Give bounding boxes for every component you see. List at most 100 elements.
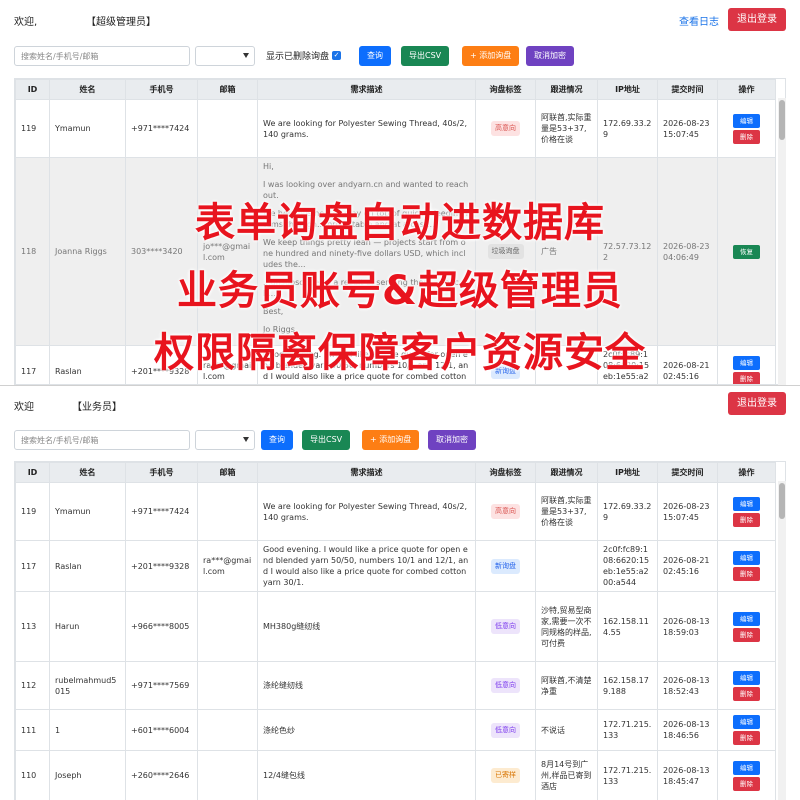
cell-phone: +201****9328 bbox=[125, 540, 198, 592]
cell-tag: 高意向 bbox=[475, 482, 536, 541]
col-ip-header: IP地址 bbox=[597, 462, 658, 483]
logout-button[interactable]: 退出登录 bbox=[728, 392, 786, 415]
col-follow-header: 跟进情况 bbox=[535, 462, 598, 483]
cell-actions: 恢复 bbox=[717, 157, 776, 346]
status-badge: 低意向 bbox=[491, 678, 520, 693]
decrypt-button[interactable]: 取消加密 bbox=[428, 430, 476, 450]
cell-tag: 垃圾询盘 bbox=[475, 157, 536, 346]
status-badge: 低意向 bbox=[491, 722, 520, 738]
description-line: Best, bbox=[263, 307, 284, 316]
tag-filter-select[interactable] bbox=[195, 46, 255, 66]
view-log-link[interactable]: 查看日志 bbox=[679, 13, 719, 28]
col-name-header: 姓名 bbox=[49, 462, 126, 483]
cell-phone: +201****9328 bbox=[125, 345, 198, 384]
logout-button[interactable]: 退出登录 bbox=[728, 8, 786, 31]
edit-button[interactable]: 编辑 bbox=[733, 113, 760, 128]
cell-description: We are looking for Polyester Sewing Thre… bbox=[257, 99, 476, 158]
cell-ip: 172.71.215.133 bbox=[597, 709, 658, 751]
edit-button[interactable]: 编辑 bbox=[733, 551, 760, 565]
col-tag-header: 询盘标签 bbox=[475, 79, 536, 100]
staff-inquiry-table: ID 姓名 手机号 邮箱 需求描述 询盘标签 跟进情况 IP地址 提交时间 操作 119 Ymamu… bbox=[14, 461, 786, 800]
cell-follow-up: 阿联酋,不清楚净重 bbox=[535, 661, 598, 710]
cell-description: 涤纶色纱 bbox=[257, 709, 476, 751]
cell-follow-up: 沙特,贸易型商家,需要一次不同规格的样品,可付费 bbox=[535, 591, 598, 662]
decrypt-button[interactable]: 取消加密 bbox=[526, 46, 574, 66]
cell-description: Good evening. I would like a price quote… bbox=[257, 540, 476, 592]
col-actions-header: 操作 bbox=[717, 79, 776, 100]
status-badge: 高意向 bbox=[491, 121, 520, 136]
cell-name: Harun bbox=[49, 591, 126, 662]
search-input[interactable] bbox=[14, 430, 190, 450]
table-row: 110 Joseph +260****2646 12/4缝包线 已寄样 8月14号到广州,… bbox=[15, 750, 776, 800]
cell-time: 2026-08-13 18:46:56 bbox=[657, 709, 718, 751]
delete-button[interactable]: 删除 bbox=[733, 567, 760, 581]
scroll-thumb[interactable] bbox=[779, 100, 785, 140]
welcome-text: 欢迎 bbox=[14, 402, 34, 413]
cell-name: Ymamun bbox=[49, 482, 126, 541]
staff-scrollbar[interactable] bbox=[778, 481, 786, 800]
cell-id: 112 bbox=[15, 661, 50, 710]
col-name-header: 姓名 bbox=[49, 79, 126, 100]
cell-phone: +971****7424 bbox=[125, 482, 198, 541]
checkbox-icon[interactable]: ✓ bbox=[332, 51, 342, 60]
delete-button[interactable]: 删除 bbox=[733, 512, 760, 527]
admin-scrollbar[interactable] bbox=[778, 98, 786, 385]
cell-tag: 高意向 bbox=[475, 99, 536, 158]
col-time-header: 提交时间 bbox=[657, 462, 718, 483]
status-badge: 已寄样 bbox=[491, 768, 520, 783]
delete-button[interactable]: 删除 bbox=[733, 776, 760, 791]
edit-button[interactable]: 编辑 bbox=[733, 611, 760, 626]
delete-button[interactable]: 删除 bbox=[733, 129, 760, 144]
cell-follow-up: 阿联酋,实际重量是53+37,价格在谈 bbox=[535, 99, 598, 158]
cell-time: 2026-08-21 02:45:16 bbox=[657, 540, 718, 592]
delete-button[interactable]: 删除 bbox=[733, 372, 760, 384]
delete-button[interactable]: 删除 bbox=[733, 627, 760, 642]
delete-button[interactable]: 删除 bbox=[733, 731, 760, 745]
cell-follow-up: 广告 bbox=[535, 157, 598, 346]
cell-id: 110 bbox=[15, 750, 50, 800]
edit-button[interactable]: 编辑 bbox=[733, 715, 760, 729]
add-inquiry-button[interactable]: + 添加询盘 bbox=[362, 430, 420, 450]
cell-ip: 72.57.73.122 bbox=[597, 157, 658, 346]
export-csv-button[interactable]: 导出CSV bbox=[302, 430, 351, 450]
cell-ip: 2c0f:fc89:108:6620:15eb:1e55:a200:a544 bbox=[597, 540, 658, 592]
cell-actions: 编辑 删除 bbox=[717, 661, 776, 710]
cell-follow-up: 阿联酋,实际重量是53+37,价格在谈 bbox=[535, 482, 598, 541]
export-csv-button[interactable]: 导出CSV bbox=[401, 46, 450, 66]
col-tag-header: 询盘标签 bbox=[475, 462, 536, 483]
cell-phone: +971****7424 bbox=[125, 99, 198, 158]
edit-button[interactable]: 编辑 bbox=[733, 670, 760, 685]
restore-button[interactable]: 恢复 bbox=[733, 244, 760, 259]
cell-id: 117 bbox=[15, 540, 50, 592]
tag-filter-select[interactable] bbox=[195, 430, 255, 450]
cell-tag: 低意向 bbox=[475, 661, 536, 710]
table-row: 119 Ymamun +971****7424 We are looking for … bbox=[15, 99, 776, 158]
edit-button[interactable]: 编辑 bbox=[733, 496, 760, 511]
add-inquiry-button[interactable]: + 添加询盘 bbox=[462, 46, 520, 66]
staff-panel: 欢迎 【业务员】 退出登录 查询 导出CSV + 添加询盘 取消加密 ID姓名手… bbox=[0, 385, 800, 800]
edit-button[interactable]: 编辑 bbox=[733, 356, 760, 370]
description-line: We help businesses stay on top of quickl… bbox=[263, 209, 468, 229]
edit-button[interactable]: 编辑 bbox=[733, 760, 760, 775]
col-desc-header: 需求描述 bbox=[257, 79, 476, 100]
query-button[interactable]: 查询 bbox=[261, 430, 293, 450]
search-input[interactable] bbox=[14, 46, 190, 66]
cell-description: 12/4缝包线 bbox=[257, 750, 476, 800]
delete-button[interactable]: 删除 bbox=[733, 686, 760, 701]
col-follow-header: 跟进情况 bbox=[535, 79, 598, 100]
col-email-header: 邮箱 bbox=[197, 79, 258, 100]
staff-header: 欢迎 【业务员】 退出登录 bbox=[0, 386, 800, 426]
query-button[interactable]: 查询 bbox=[359, 46, 391, 66]
cell-ip: 172.69.33.29 bbox=[597, 482, 658, 541]
show-deleted-label: 显示已删除询盘 bbox=[266, 52, 330, 62]
scroll-thumb[interactable] bbox=[779, 483, 785, 519]
cell-id: 119 bbox=[15, 482, 50, 541]
cell-actions: 编辑 删除 bbox=[717, 709, 776, 751]
cell-actions: 编辑 删除 bbox=[717, 99, 776, 158]
description-line: Hi, bbox=[263, 162, 274, 171]
cell-follow-up: 不说话 bbox=[535, 709, 598, 751]
admin-inquiry-table: ID 姓名 手机号 邮箱 需求描述 询盘标签 跟进情况 IP地址 提交时间 操作 119 Ymamu… bbox=[14, 78, 786, 385]
admin-toolbar: 显示已删除询盘 ✓ 查询 导出CSV + 添加询盘 取消加密 bbox=[0, 46, 800, 70]
cell-name: Raslan bbox=[49, 345, 126, 384]
show-deleted-toggle[interactable]: 显示已删除询盘 ✓ bbox=[266, 49, 342, 62]
